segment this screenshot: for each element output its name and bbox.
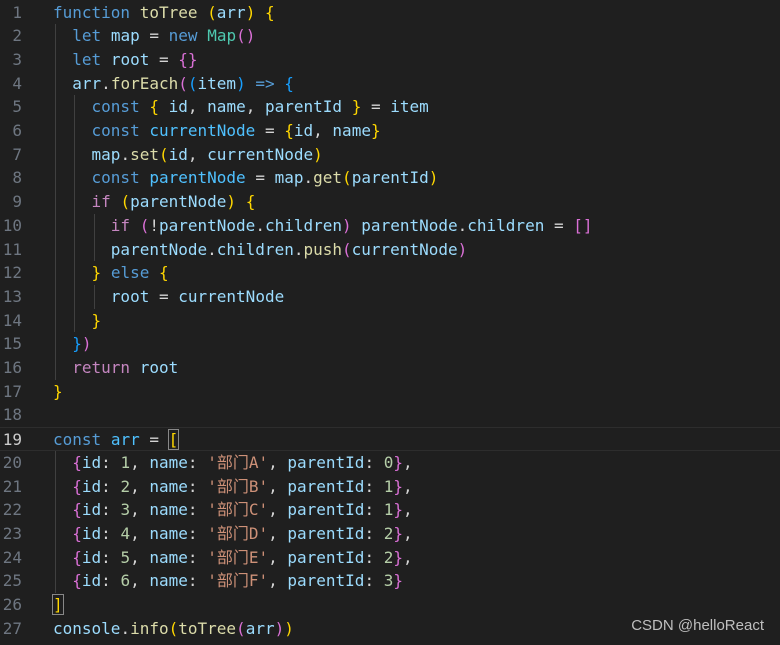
line-number: 19 <box>2 430 22 450</box>
code-text: const { id, name, parentId } = item <box>91 97 429 117</box>
line-number: 2 <box>12 26 22 46</box>
code-line[interactable]: 21 {id: 2, name: '部门B', parentId: 1}, <box>0 475 780 499</box>
code-line[interactable]: 16 return root <box>0 356 780 380</box>
line-number: 9 <box>12 192 22 212</box>
line-number: 22 <box>2 500 22 520</box>
code-line[interactable]: 24 {id: 5, name: '部门E', parentId: 2}, <box>0 546 780 570</box>
line-number: 11 <box>2 239 22 259</box>
code-line[interactable]: 1 function toTree (arr) { <box>0 1 780 25</box>
code-line[interactable]: 3 let root = {} <box>0 48 780 72</box>
code-line[interactable]: 4 arr.forEach((item) => { <box>0 72 780 96</box>
code-text: const parentNode = map.get(parentId) <box>91 168 439 188</box>
line-number: 17 <box>2 381 22 401</box>
line-number: 8 <box>12 168 22 188</box>
line-number: 13 <box>2 286 22 306</box>
line-number: 27 <box>2 618 22 638</box>
line-number: 4 <box>12 73 22 93</box>
code-line[interactable]: 12 } else { <box>0 261 780 285</box>
line-number: 20 <box>2 452 22 472</box>
line-number: 12 <box>2 263 22 283</box>
line-number: 5 <box>12 97 22 117</box>
code-editor[interactable]: 1 function toTree (arr) {2 let map = new … <box>0 0 780 645</box>
code-text: function toTree (arr) { <box>53 2 275 22</box>
code-text: parentNode.children.push(currentNode) <box>110 239 468 259</box>
code-line[interactable]: 14 } <box>0 309 780 333</box>
code-line[interactable]: 15 }) <box>0 332 780 356</box>
line-number: 1 <box>12 2 22 22</box>
code-text: {id: 1, name: '部门A', parentId: 0}, <box>72 452 413 472</box>
code-text: {id: 4, name: '部门D', parentId: 2}, <box>72 523 413 543</box>
code-text: } <box>91 310 102 330</box>
code-text: const arr = [ <box>53 429 180 451</box>
code-text: ] <box>52 594 64 615</box>
line-number: 6 <box>12 121 22 140</box>
code-text: } else { <box>91 263 169 283</box>
line-number: 26 <box>2 595 22 614</box>
code-line[interactable]: 9 if (parentNode) { <box>0 190 780 214</box>
line-number: 15 <box>2 334 22 354</box>
line-number: 14 <box>2 310 22 330</box>
code-text: {id: 3, name: '部门C', parentId: 1}, <box>72 500 413 520</box>
code-line[interactable]: 18 <box>0 403 780 427</box>
code-text: return root <box>72 358 179 377</box>
code-line[interactable]: 25 {id: 6, name: '部门F', parentId: 3} <box>0 569 780 593</box>
code-line[interactable]: 2 let map = new Map() <box>0 24 780 48</box>
code-text: arr.forEach((item) => { <box>72 73 294 93</box>
code-line[interactable]: 10 if (!parentNode.children) parentNode.… <box>0 214 780 238</box>
watermark: CSDN @helloReact <box>631 617 764 634</box>
code-line[interactable]: 19 const arr = [ <box>0 427 780 451</box>
line-number: 23 <box>2 523 22 543</box>
line-number: 25 <box>2 571 22 591</box>
code-text: let root = {} <box>72 49 198 69</box>
code-line[interactable]: 8 const parentNode = map.get(parentId) <box>0 166 780 190</box>
code-text: {id: 6, name: '部门F', parentId: 3} <box>72 571 403 591</box>
line-number: 18 <box>2 405 22 425</box>
code-line[interactable]: 6 const currentNode = {id, name} <box>0 119 780 143</box>
code-line[interactable]: 5 const { id, name, parentId } = item <box>0 95 780 119</box>
line-number: 24 <box>2 547 22 567</box>
line-number: 3 <box>12 49 22 69</box>
code-line[interactable]: 22 {id: 3, name: '部门C', parentId: 1}, <box>0 498 780 522</box>
line-number: 16 <box>2 358 22 377</box>
code-text: if (parentNode) { <box>91 192 256 212</box>
code-text: root = currentNode <box>110 286 285 306</box>
code-text: {id: 2, name: '部门B', parentId: 1}, <box>72 476 413 496</box>
code-text: } <box>53 381 63 401</box>
code-line[interactable]: 26] <box>0 593 780 617</box>
code-line[interactable]: 13 root = currentNode <box>0 285 780 309</box>
code-text: if (!parentNode.children) parentNode.chi… <box>110 215 593 235</box>
line-number: 10 <box>2 215 22 235</box>
code-text: }) <box>72 334 92 354</box>
code-text: console.info(toTree(arr)) <box>53 618 294 638</box>
code-line[interactable]: 23 {id: 4, name: '部门D', parentId: 2}, <box>0 522 780 546</box>
code-line[interactable]: 17} <box>0 380 780 404</box>
line-number: 7 <box>12 144 22 164</box>
code-text: const currentNode = {id, name} <box>91 121 381 140</box>
code-text: {id: 5, name: '部门E', parentId: 2}, <box>72 547 413 567</box>
code-line[interactable]: 11 parentNode.children.push(currentNode) <box>0 238 780 262</box>
line-number: 21 <box>2 476 22 496</box>
code-line[interactable]: 7 map.set(id, currentNode) <box>0 143 780 167</box>
code-line[interactable]: 20 {id: 1, name: '部门A', parentId: 0}, <box>0 451 780 475</box>
code-text: let map = new Map() <box>72 26 256 46</box>
code-text: map.set(id, currentNode) <box>91 144 323 164</box>
